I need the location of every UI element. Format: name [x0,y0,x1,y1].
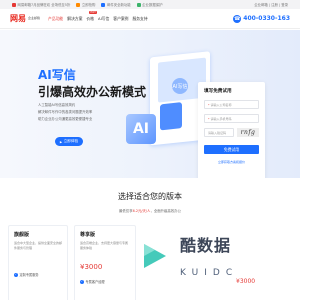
watermark-text: 酷数据 [180,236,232,255]
pricing-section-title: 选择适合您的版本 [118,192,182,201]
try-now-button[interactable]: ▶ 立即体验 [55,137,83,146]
logo-subtitle: 企业邮箱 [28,15,41,20]
hero-line: 助力企业办公沟通更高效更便捷专业 [38,117,93,121]
plan-card-premium[interactable]: 尊享版 适合高端企业，支持更大容量与专属服务体验 ¥3000 ✓ 专属客户经理 [74,225,136,300]
promo-icon [12,2,16,7]
promo-item[interactable]: 网易邮箱7月品牌狂欢 全场低至5折 [12,2,70,7]
hero-line: 人工智能AI写信高效简约 [38,103,76,107]
top-promo-bar: 网易邮箱7月品牌狂欢 全场低至5折 立即抢购 邮件安全新功能 企业数据保护 企业… [0,0,300,9]
phone-icon: ☎ [233,14,242,23]
nav-item-ai-writing[interactable]: AI写信 [98,16,109,22]
plan-feature: ✓ 专属客户经理 [80,279,105,284]
promo-icon [136,2,141,7]
promo-item[interactable]: 企业数据保护 [136,2,163,7]
form-title: 填写免费试用 [204,89,232,94]
plan-name: 尊享版 [80,232,96,238]
promo-item[interactable]: 立即抢购 [76,2,95,7]
mock-card [160,102,182,131]
hero-subtitle: 引爆高效办公新模式 [38,85,147,99]
hot-badge: HOT [89,10,97,14]
plan-feature: ✓ 定制专属服务 [14,272,39,277]
nav-item-solutions[interactable]: 解决方案 [67,16,82,22]
hero-banner: AI写信 引爆高效办公新模式 人工智能AI写信高效简约 解决邮件写作中的各类问题… [0,30,300,178]
plan-description: 适合高端企业，支持更大容量与专属服务体验 [80,241,129,250]
promo-icon [76,2,81,7]
nav-menu: 产品功能 解决方案 价格 HOT AI写信 客户案例 服务支持 [48,10,152,22]
nav-item-pricing[interactable]: 价格 HOT [86,10,97,22]
plan-price: ¥3000 [80,263,103,271]
hero-title: AI写信 [38,68,76,82]
logo[interactable]: 网易 企业邮箱 [10,13,42,24]
trial-form: 填写免费试用 * 请输入公司名称 * 请输入手机号码 请输入验证码 rnfg 免费试… [198,82,265,178]
phone-number: 400-0330-163 [243,15,290,22]
play-icon [144,244,166,268]
nav-item-features[interactable]: 产品功能 [48,16,63,22]
check-icon: ✓ [14,272,18,277]
plan-card-flagship[interactable]: 旗舰版 适合中大型企业，提供全面安全的邮件服务与管理 ✓ 定制专属服务 [8,225,68,300]
promo-icon [101,2,106,7]
pricing-section-subtitle: 最低仅享6.2元/天/人，全面升级高效办公 [119,209,181,213]
captcha-image[interactable]: rnfg [237,128,259,137]
hero-line: 解决邮件写作中的各类问题提升效率 [38,110,93,114]
nav-item-cases[interactable]: 客户案例 [113,16,128,22]
phone-input[interactable]: * 请输入手机号码 [204,114,259,123]
company-name-input[interactable]: * 请输入公司名称 [204,100,259,109]
plan-description: 适合中大型企业，提供全面安全的邮件服务与管理 [14,241,63,250]
check-icon: ✓ [80,279,84,284]
captcha-input[interactable]: 请输入验证码 [204,128,234,137]
logo-mark: 网易 [10,13,26,23]
get-quote-link[interactable]: 立即获取方案和报价 [204,160,259,164]
hotline: ☎ 400-0330-163 [233,14,290,23]
plan-price-right: ¥3000 [236,278,256,285]
watermark-subtext: KUIDC [180,268,239,278]
account-links[interactable]: 企业邮箱 | 注册 | 登录 [254,2,288,7]
free-trial-button[interactable]: 免费试用 [204,145,259,154]
nav-item-support[interactable]: 服务支持 [132,16,147,22]
ai-writing-badge: AI写信 [172,78,188,94]
plan-name: 旗舰版 [14,232,30,238]
captcha-row: 请输入验证码 rnfg [204,128,259,137]
main-navbar: 网易 企业邮箱 产品功能 解决方案 价格 HOT AI写信 客户案例 服务支持 ☎… [0,9,300,29]
promo-item[interactable]: 邮件安全新功能 [101,2,131,7]
ai-icon: AI [126,114,156,144]
play-icon: ▶ [59,139,63,144]
